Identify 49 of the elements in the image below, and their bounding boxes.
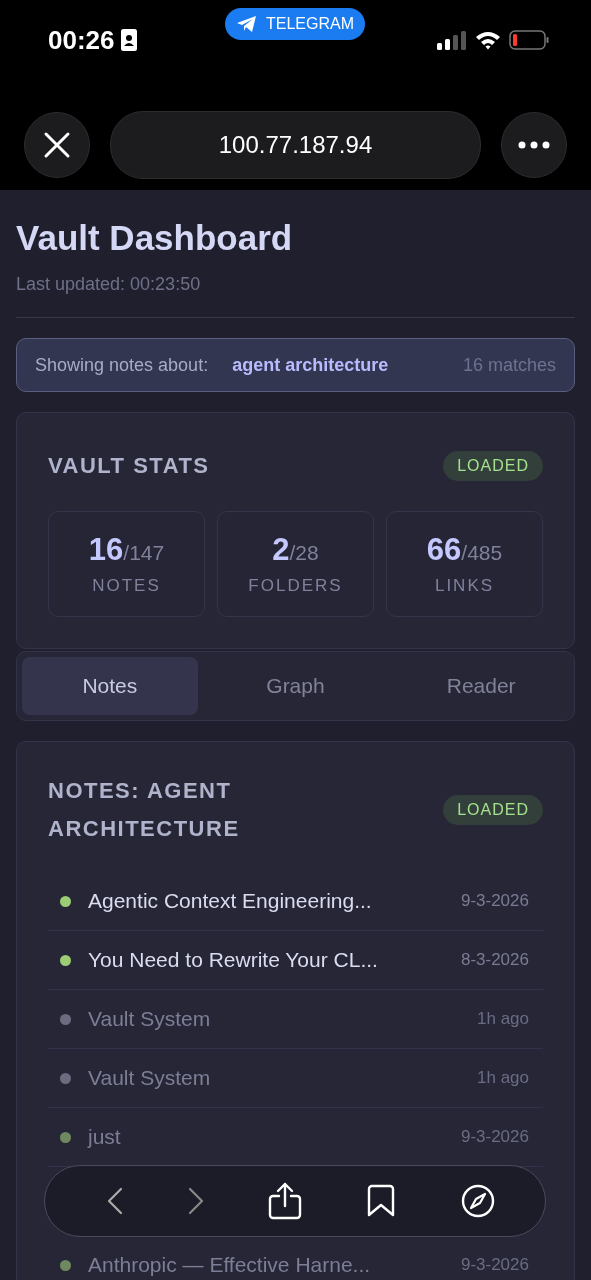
note-date: 1h ago (477, 1068, 529, 1088)
note-title: Anthropic — Effective Harne... (88, 1253, 371, 1277)
card-title: VAULT STATS (48, 452, 210, 480)
filter-label: Showing notes about: (35, 354, 209, 376)
status-badge: LOADED (443, 795, 543, 825)
note-date: 9-3-2026 (460, 1127, 529, 1147)
note-title: You Need to Rewrite Your CL... (88, 948, 378, 972)
note-item[interactable]: Vault System 1h ago (48, 990, 543, 1049)
status-time: 00:26 (48, 24, 115, 56)
url-field[interactable]: 100.77.187.94 (110, 111, 481, 179)
bookmark-icon[interactable] (366, 1184, 397, 1218)
stat-label: FOLDERS (248, 576, 343, 596)
tab[interactable]: Notes (22, 657, 198, 715)
stat-label: LINKS (434, 576, 495, 596)
back-icon[interactable] (107, 1187, 124, 1215)
note-title: Agentic Context Engineering... (88, 889, 372, 913)
compass-icon[interactable] (460, 1184, 495, 1218)
page-title: Vault Dashboard (16, 218, 294, 258)
stat-value: 2/28 (272, 532, 319, 568)
note-date: 8-3-2026 (460, 950, 529, 970)
note-title: just (88, 1125, 121, 1149)
note-date: 9-3-2026 (460, 891, 529, 911)
note-title: Vault System (88, 1066, 211, 1090)
note-date: 1h ago (477, 1009, 529, 1029)
battery-icon (509, 30, 549, 50)
last-updated-text: Last updated: 00:23:50 (16, 274, 202, 295)
forward-icon[interactable] (187, 1187, 204, 1215)
match-count: 16 matches (462, 354, 556, 376)
stat-label: NOTES (92, 576, 161, 596)
card-title: NOTES: AGENT ARCHITECTURE (48, 777, 241, 843)
note-item[interactable]: Vault System 1h ago (48, 1049, 543, 1108)
share-icon[interactable] (267, 1182, 302, 1220)
note-item[interactable]: You Need to Rewrite Your CL... 8-3-2026 (48, 931, 543, 990)
telegram-badge[interactable]: TELEGRAM (225, 8, 365, 40)
tab[interactable]: Reader (393, 657, 569, 715)
stat-value: 16/147 (88, 532, 165, 568)
stat-value: 66/485 (426, 532, 503, 568)
tab[interactable]: Graph (207, 657, 384, 715)
close-icon (43, 131, 71, 159)
note-item[interactable]: Agentic Context Engineering... 9-3-2026 (48, 872, 543, 931)
filter-topic: agent architecture (232, 354, 389, 376)
contact-card-icon (120, 29, 137, 51)
note-date: 9-3-2026 (460, 1255, 529, 1275)
more-icon (518, 141, 550, 149)
note-item[interactable]: Anthropic — Effective Harne... 9-3-2026 (48, 1245, 543, 1280)
signal-icon (437, 30, 467, 50)
wifi-icon (475, 30, 501, 50)
status-badge: LOADED (443, 451, 543, 481)
note-title: Vault System (88, 1007, 211, 1031)
